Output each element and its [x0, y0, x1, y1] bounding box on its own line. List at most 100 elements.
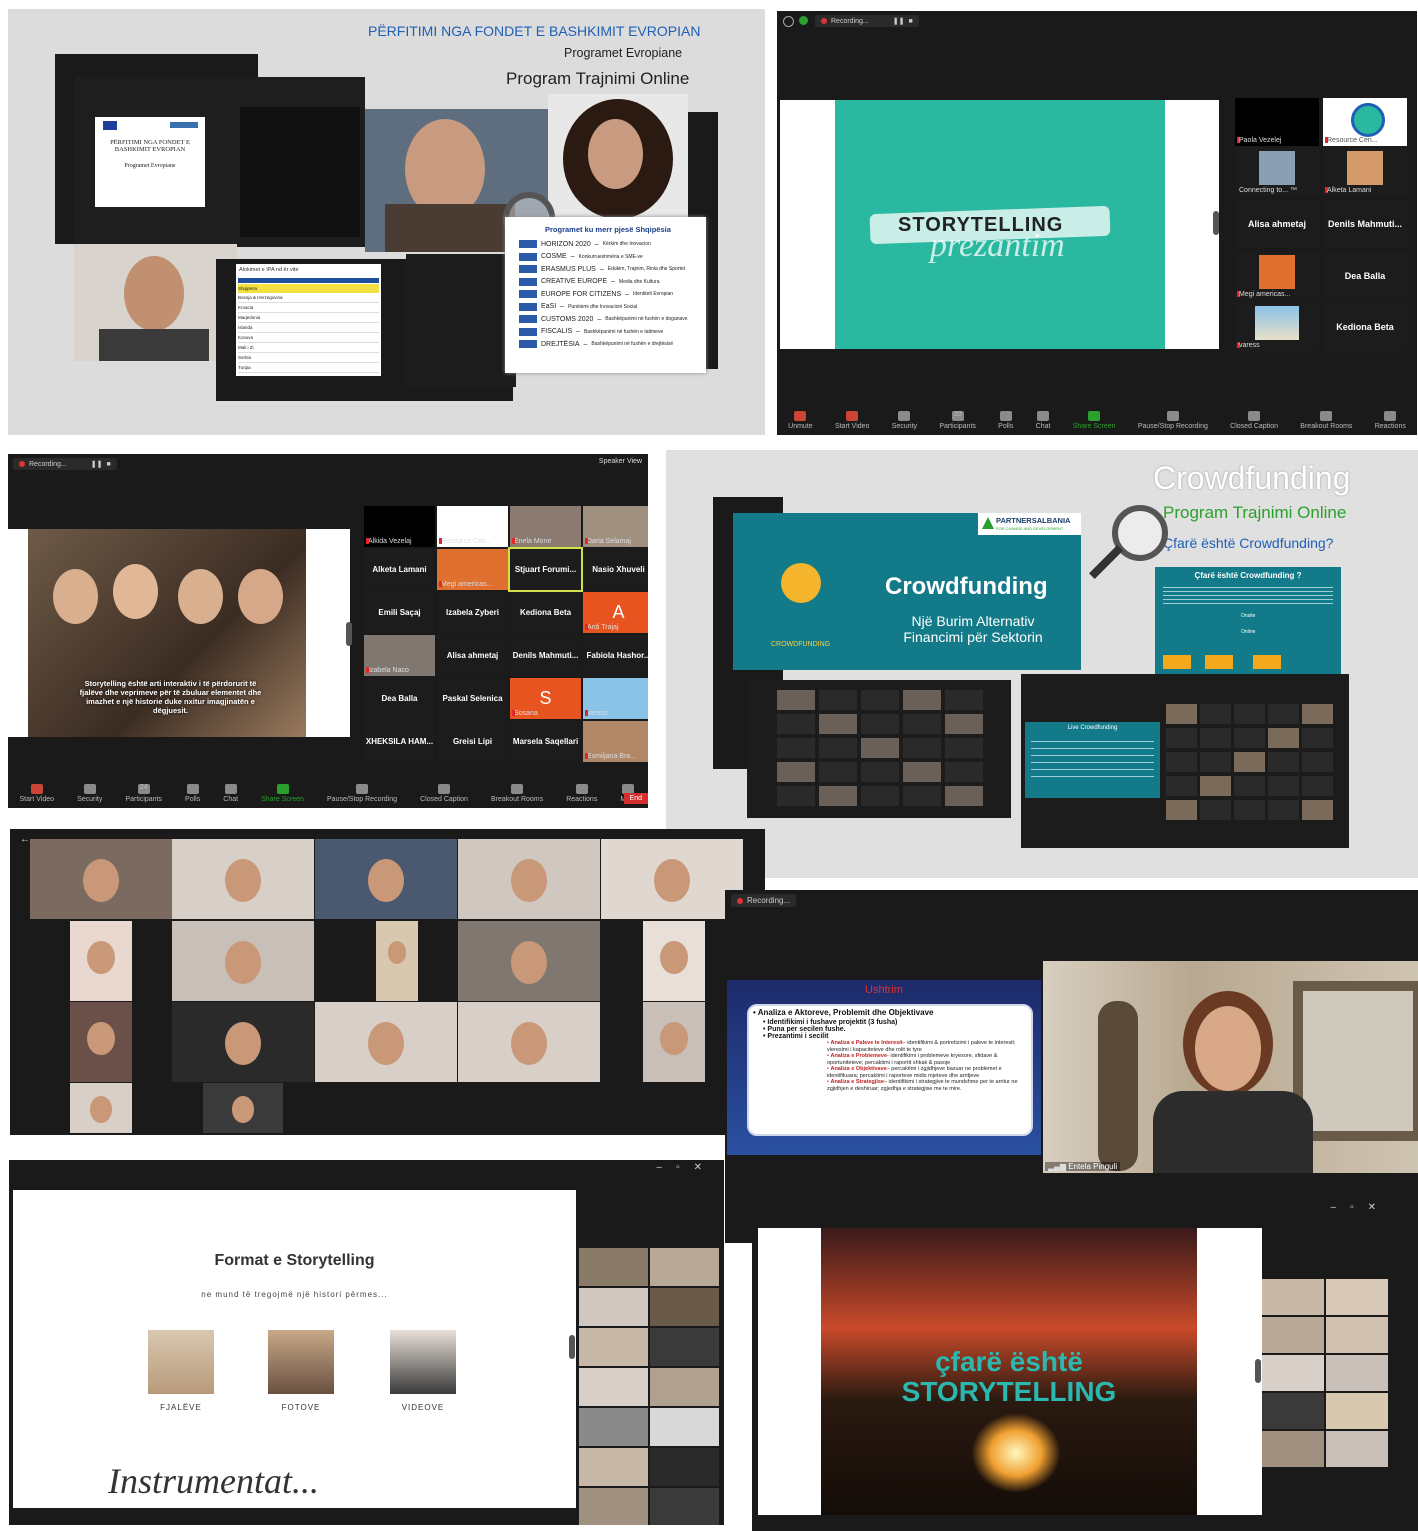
webcam-tile[interactable] — [458, 839, 600, 919]
pause-icon[interactable]: ❚❚ — [91, 460, 103, 468]
info-icon[interactable] — [783, 16, 794, 27]
webcam-tile[interactable] — [172, 839, 314, 919]
gallery-prev-arrow[interactable] — [1255, 1359, 1261, 1383]
toolbar-participants[interactable]: 20 Participants — [939, 410, 976, 430]
webcam-tile[interactable] — [172, 921, 314, 1001]
participant-tile[interactable]: Denils Mahmuti... — [510, 635, 581, 676]
webcam-tile[interactable] — [315, 839, 457, 919]
participant-tile[interactable] — [579, 1248, 648, 1286]
participant-tile-varess[interactable]: varess — [1235, 303, 1319, 351]
gallery-prev-arrow[interactable] — [569, 1335, 575, 1359]
participant-tile[interactable]: Alketa Lamani — [364, 549, 435, 590]
participant-tile[interactable]: Izabela Naco — [364, 635, 435, 676]
participant-tile[interactable] — [1262, 1317, 1324, 1353]
participant-tile[interactable]: XHEKSILA HAM... — [364, 721, 435, 762]
participant-tile[interactable]: Nasio Xhuveli — [583, 549, 648, 590]
maximize-icon[interactable]: ▫ — [676, 1162, 694, 1173]
minimize-icon[interactable]: – — [1331, 1202, 1351, 1213]
toolbar-pause-stop-recording[interactable]: Pause/Stop Recording — [1138, 410, 1208, 430]
toolbar-share-screen[interactable]: Share Screen — [261, 783, 304, 803]
participant-tile[interactable]: Kediona Beta — [510, 592, 581, 633]
participant-tile[interactable]: Esmiljana Bra... — [583, 721, 648, 762]
participant-tile[interactable] — [650, 1248, 719, 1286]
shield-icon[interactable] — [799, 16, 808, 25]
participant-tile[interactable]: Dea Balla — [364, 678, 435, 719]
toolbar-participants[interactable]: 24 Participants — [125, 783, 162, 803]
pause-icon[interactable]: ❚❚ — [893, 17, 905, 25]
stop-icon[interactable]: ■ — [106, 461, 110, 468]
webcam-tile[interactable] — [70, 921, 132, 1001]
participant-tile-kediona[interactable]: Kediona Beta — [1323, 303, 1407, 351]
participant-tile[interactable] — [650, 1368, 719, 1406]
toolbar-security[interactable]: Security — [77, 783, 102, 803]
participant-tile[interactable]: Greisi Lipi — [437, 721, 508, 762]
webcam-tile[interactable] — [458, 921, 600, 1001]
stop-icon[interactable]: ■ — [908, 18, 912, 25]
gallery-prev-arrow[interactable] — [1213, 211, 1219, 235]
minimize-icon[interactable]: – — [657, 1162, 677, 1173]
participant-tile[interactable] — [650, 1408, 719, 1446]
toolbar-reactions[interactable]: Reactions — [566, 783, 597, 803]
participant-tile-paola[interactable]: Paola Vezelej — [1235, 98, 1319, 146]
webcam-tile[interactable] — [376, 921, 418, 1001]
toolbar-unmute[interactable]: Unmute — [788, 410, 813, 430]
toolbar-closed-caption[interactable]: Closed Caption — [1230, 410, 1278, 430]
toolbar-chat[interactable]: Chat — [223, 783, 238, 803]
participant-tile-dea[interactable]: Dea Balla — [1323, 252, 1407, 300]
participant-tile[interactable] — [650, 1488, 719, 1525]
toolbar-breakout-rooms[interactable]: Breakout Rooms — [491, 783, 543, 803]
speaker-view-button[interactable]: Speaker View — [599, 458, 642, 465]
participant-tile[interactable]: Paskal Selenica — [437, 678, 508, 719]
participant-tile[interactable]: A Ardi Trajaj — [583, 592, 648, 633]
participant-tile[interactable] — [650, 1448, 719, 1486]
webcam-tile[interactable] — [458, 1002, 600, 1082]
participant-tile[interactable] — [1262, 1355, 1324, 1391]
webcam-tile[interactable] — [70, 1083, 132, 1133]
webcam-tile[interactable] — [643, 1002, 705, 1082]
webcam-tile[interactable] — [172, 1002, 314, 1082]
participant-tile[interactable] — [1326, 1317, 1388, 1353]
participant-tile[interactable] — [650, 1328, 719, 1366]
participant-tile[interactable]: S Sosana — [510, 678, 581, 719]
gallery-prev-arrow[interactable] — [346, 622, 352, 646]
participant-tile-connecting[interactable]: Connecting to... ™ — [1235, 148, 1319, 196]
participant-tile[interactable]: Daria Selamaj — [583, 506, 648, 547]
participant-tile[interactable]: Alkida Vezelaj — [364, 506, 435, 547]
participant-tile-denils[interactable]: Denils Mahmuti... — [1323, 200, 1407, 248]
maximize-icon[interactable]: ▫ — [1350, 1202, 1368, 1213]
participant-tile[interactable] — [579, 1328, 648, 1366]
toolbar-pause-stop-recording[interactable]: Pause/Stop Recording — [327, 783, 397, 803]
participant-tile[interactable] — [1326, 1279, 1388, 1315]
participant-tile-alisa[interactable]: Alisa ahmetaj — [1235, 200, 1319, 248]
participant-tile[interactable] — [579, 1488, 648, 1525]
participant-tile[interactable] — [1326, 1431, 1388, 1467]
toolbar-start-video[interactable]: Start Video — [20, 783, 54, 803]
toolbar-breakout-rooms[interactable]: Breakout Rooms — [1300, 410, 1352, 430]
webcam-tile[interactable] — [315, 1002, 457, 1082]
participant-tile[interactable] — [1326, 1355, 1388, 1391]
participant-tile[interactable] — [579, 1408, 648, 1446]
participant-tile[interactable]: Megi americas... — [437, 549, 508, 590]
participant-tile-alketa[interactable]: Alketa Lamani — [1323, 148, 1407, 196]
participant-tile[interactable]: Marsela Saqellari — [510, 721, 581, 762]
webcam-tile[interactable] — [70, 1002, 132, 1082]
participant-tile-megi[interactable]: Megi americas... — [1235, 252, 1319, 300]
toolbar-start-video[interactable]: Start Video — [835, 410, 869, 430]
toolbar-share-screen[interactable]: Share Screen — [1073, 410, 1116, 430]
webcam-tile[interactable] — [643, 921, 705, 1001]
participant-tile[interactable]: Stjuart Forumi... — [508, 547, 583, 592]
close-icon[interactable]: ✕ — [694, 1162, 716, 1173]
end-button[interactable]: End — [623, 793, 648, 804]
participant-tile[interactable]: Fabiola Hashor... — [583, 635, 648, 676]
webcam-tile[interactable] — [30, 839, 172, 919]
back-arrow-icon[interactable]: ← — [20, 834, 30, 845]
participant-tile[interactable] — [579, 1368, 648, 1406]
webcam-tile[interactable] — [601, 839, 743, 919]
close-icon[interactable]: ✕ — [1368, 1202, 1390, 1213]
participant-tile[interactable]: Resource Cen... — [437, 506, 508, 547]
participant-tile[interactable] — [1262, 1431, 1324, 1467]
toolbar-chat[interactable]: Chat — [1036, 410, 1050, 430]
toolbar-security[interactable]: Security — [892, 410, 917, 430]
participant-tile[interactable]: Enela Mone — [510, 506, 581, 547]
participant-tile[interactable] — [650, 1288, 719, 1326]
